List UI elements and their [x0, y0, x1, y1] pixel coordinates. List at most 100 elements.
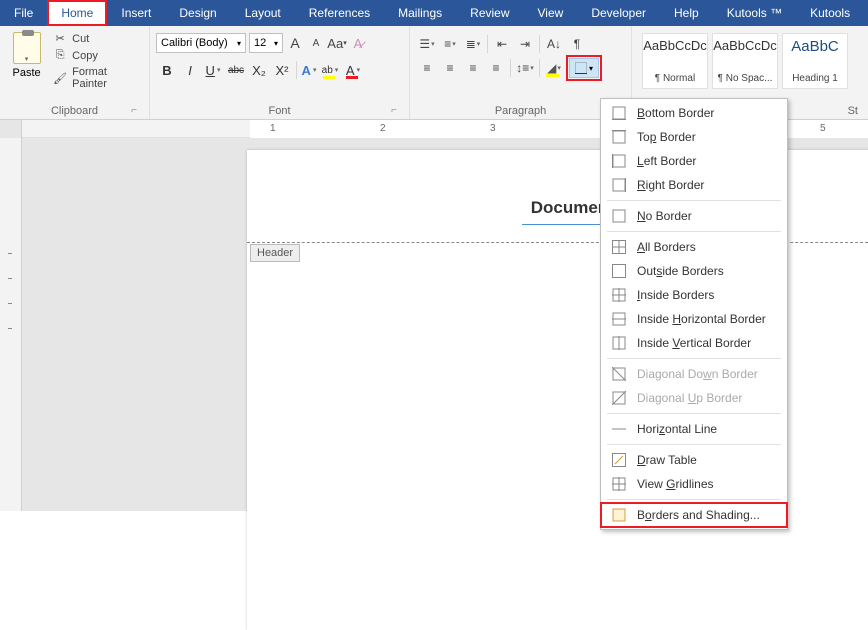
justify-button[interactable]: ≡: [485, 57, 507, 79]
borders-dropdown-menu: Bottom Border Top Border Left Border Right …: [600, 98, 788, 530]
tab-references[interactable]: References: [295, 0, 384, 26]
menu-separator: [607, 444, 781, 445]
paintbrush-icon: 🖌: [53, 72, 67, 85]
tab-review[interactable]: Review: [456, 0, 523, 26]
highlight-color-button[interactable]: ab▾: [319, 59, 341, 81]
format-painter-button[interactable]: 🖌Format Painter: [53, 65, 143, 91]
align-center-button[interactable]: ≡: [439, 57, 461, 79]
menu-item-label: Inside Vertical Border: [637, 336, 751, 350]
borders-menu-draw[interactable]: Draw Table: [601, 448, 787, 472]
align-left-button[interactable]: ≡: [416, 57, 438, 79]
paste-button[interactable]: ▾ Paste: [6, 29, 47, 103]
borders-menu-none[interactable]: No Border: [601, 204, 787, 228]
tab-design[interactable]: Design: [165, 0, 230, 26]
inside-border-icon: [611, 287, 627, 303]
borders-menu-insidev[interactable]: Inside Vertical Border: [601, 331, 787, 355]
tab-mailings[interactable]: Mailings: [384, 0, 456, 26]
shrink-font-button[interactable]: A: [307, 33, 325, 53]
font-launcher[interactable]: ⌐: [389, 105, 399, 115]
line-spacing-icon: ↕≡: [516, 61, 529, 75]
change-case-button[interactable]: Aa▾: [328, 33, 346, 53]
outside-border-icon: [611, 263, 627, 279]
paste-label: Paste: [13, 67, 41, 79]
text-effects-button[interactable]: A▾: [300, 60, 318, 80]
borders-menu-all[interactable]: All Borders: [601, 235, 787, 259]
font-family-combo[interactable]: Calibri (Body)▾: [156, 33, 246, 53]
diagup-border-icon: [611, 390, 627, 406]
borders-menu-top[interactable]: Top Border: [601, 125, 787, 149]
borders-menu-diagdown: Diagonal Down Border: [601, 362, 787, 386]
left-border-icon: [611, 153, 627, 169]
borders-menu-diagup: Diagonal Up Border: [601, 386, 787, 410]
tab-home[interactable]: Home: [47, 0, 107, 26]
right-border-icon: [611, 177, 627, 193]
copy-button[interactable]: ⎘Copy: [53, 48, 143, 63]
clear-formatting-button[interactable]: A̷: [349, 33, 367, 53]
superscript-button[interactable]: X²: [271, 59, 293, 81]
borders-icon: [575, 62, 587, 74]
indent-icon: ⇥: [520, 37, 530, 51]
top-border-icon: [611, 129, 627, 145]
vertical-ruler[interactable]: [0, 138, 22, 511]
show-marks-button[interactable]: ¶: [566, 33, 588, 55]
align-right-icon: ≡: [469, 61, 476, 75]
numbering-button[interactable]: ≡▾: [439, 33, 461, 55]
none-border-icon: [611, 208, 627, 224]
borders-menu-insideh[interactable]: Inside Horizontal Border: [601, 307, 787, 331]
multilevel-button[interactable]: ≣▾: [462, 33, 484, 55]
group-paragraph: ☰▾ ≡▾ ≣▾ ⇤ ⇥ A↓ ¶ ≡ ≡ ≡ ≡ ↕≡▾ ◢▾: [410, 26, 632, 119]
borders-menu-grid[interactable]: View Gridlines: [601, 472, 787, 496]
subscript-button[interactable]: X₂: [248, 59, 270, 81]
bullets-button[interactable]: ☰▾: [416, 33, 438, 55]
tab-help[interactable]: Help: [660, 0, 713, 26]
menu-item-label: Top Border: [637, 130, 696, 144]
pilcrow-icon: ¶: [574, 37, 580, 51]
tab-file[interactable]: File: [0, 0, 47, 26]
menu-item-label: Draw Table: [637, 453, 697, 467]
line-spacing-button[interactable]: ↕≡▾: [514, 57, 536, 79]
borders-menu-outside[interactable]: Outside Borders: [601, 259, 787, 283]
borders-menu-inside[interactable]: Inside Borders: [601, 283, 787, 307]
borders-menu-hline[interactable]: Horizontal Line: [601, 417, 787, 441]
increase-indent-button[interactable]: ⇥: [514, 33, 536, 55]
group-clipboard: ▾ Paste ✂Cut ⎘Copy 🖌Format Painter Clipb…: [0, 26, 150, 119]
strikethrough-button[interactable]: abc: [225, 59, 247, 81]
borders-menu-shading[interactable]: Borders and Shading...: [601, 503, 787, 527]
tab-developer[interactable]: Developer: [577, 0, 660, 26]
cut-button[interactable]: ✂Cut: [53, 31, 143, 46]
diagdown-border-icon: [611, 366, 627, 382]
header-tag[interactable]: Header: [250, 244, 300, 262]
tab-view[interactable]: View: [524, 0, 578, 26]
menu-item-label: No Border: [637, 209, 692, 223]
grow-font-button[interactable]: A: [286, 33, 304, 53]
align-right-button[interactable]: ≡: [462, 57, 484, 79]
bottom-border-icon: [611, 105, 627, 121]
tab-kutools-tm[interactable]: Kutools ™: [713, 0, 796, 26]
style-no-spacing[interactable]: AaBbCcDc ¶ No Spac...: [712, 33, 778, 89]
tab-kutools[interactable]: Kutools: [796, 0, 864, 26]
menu-item-label: Left Border: [637, 154, 696, 168]
font-size-combo[interactable]: 12▾: [249, 33, 283, 53]
borders-menu-left[interactable]: Left Border: [601, 149, 787, 173]
numbering-icon: ≡: [444, 37, 451, 51]
menu-separator: [607, 499, 781, 500]
clipboard-launcher[interactable]: ⌐: [129, 105, 139, 115]
sort-button[interactable]: A↓: [543, 33, 565, 55]
bold-button[interactable]: B: [156, 59, 178, 81]
italic-button[interactable]: I: [179, 59, 201, 81]
borders-menu-bottom[interactable]: Bottom Border: [601, 101, 787, 125]
style-normal[interactable]: AaBbCcDc ¶ Normal: [642, 33, 708, 89]
borders-split-button[interactable]: ▾: [569, 58, 599, 78]
decrease-indent-button[interactable]: ⇤: [491, 33, 513, 55]
eraser-icon: A̷: [354, 36, 363, 51]
tab-layout[interactable]: Layout: [231, 0, 295, 26]
font-color-button[interactable]: A▾: [342, 59, 364, 81]
shading-button[interactable]: ◢▾: [543, 57, 565, 79]
tab-insert[interactable]: Insert: [107, 0, 165, 26]
style-heading-1[interactable]: AaBbC Heading 1: [782, 33, 848, 89]
underline-button[interactable]: U▾: [202, 59, 224, 81]
grid-border-icon: [611, 476, 627, 492]
borders-menu-right[interactable]: Right Border: [601, 173, 787, 197]
paint-bucket-icon: ◢: [547, 61, 556, 75]
menu-item-label: All Borders: [637, 240, 696, 254]
